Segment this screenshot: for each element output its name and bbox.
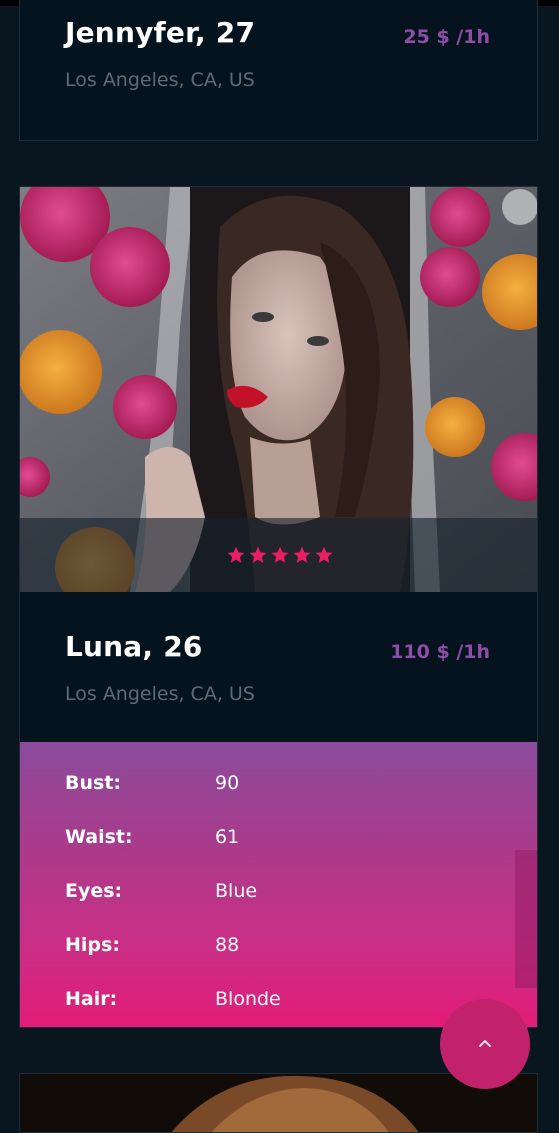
- spec-row-hair: Hair: Blonde: [65, 988, 465, 1018]
- profile-name[interactable]: Jennyfer, 27: [65, 16, 255, 49]
- chevron-up-icon: [479, 1040, 491, 1047]
- specs-panel[interactable]: Bust: 90 Waist: 61 Eyes: Blue Hips: 88 H…: [20, 742, 537, 1027]
- spec-label: Eyes:: [65, 880, 123, 902]
- star-icon: [315, 546, 332, 563]
- back-to-top-button[interactable]: [440, 999, 530, 1089]
- spec-row-waist: Waist: 61: [65, 826, 465, 856]
- profile-photo-image: [20, 1074, 537, 1132]
- profile-photo[interactable]: [20, 187, 537, 592]
- spec-label: Hips:: [65, 934, 120, 956]
- spec-label: Bust:: [65, 772, 121, 794]
- spec-value: Blue: [215, 880, 258, 902]
- star-icon: [271, 546, 288, 563]
- specs-scrollbar[interactable]: [515, 850, 537, 988]
- star-icon: [227, 546, 244, 563]
- spec-value: 90: [215, 772, 240, 794]
- star-icon: [293, 546, 310, 563]
- profile-price: 110 $ /1h: [390, 641, 490, 663]
- star-rating: [226, 545, 334, 565]
- profile-card[interactable]: Jennyfer, 27 25 $ /1h Los Angeles, CA, U…: [19, 0, 538, 141]
- spec-row-eyes: Eyes: Blue: [65, 880, 465, 910]
- profile-location: Los Angeles, CA, US: [65, 69, 255, 91]
- profile-price: 25 $ /1h: [403, 26, 490, 48]
- profile-card[interactable]: Luna, 26 110 $ /1h Los Angeles, CA, US B…: [19, 186, 538, 1028]
- spec-label: Waist:: [65, 826, 133, 848]
- spec-value: Blonde: [215, 988, 281, 1010]
- profile-name[interactable]: Luna, 26: [65, 630, 203, 663]
- rating-bar: [20, 518, 537, 592]
- spec-value: 61: [215, 826, 240, 848]
- spec-value: 88: [215, 934, 240, 956]
- spec-label: Hair:: [65, 988, 118, 1010]
- spec-row-bust: Bust: 90: [65, 772, 465, 802]
- star-icon: [249, 546, 266, 563]
- spec-row-hips: Hips: 88: [65, 934, 465, 964]
- profile-location: Los Angeles, CA, US: [65, 683, 255, 705]
